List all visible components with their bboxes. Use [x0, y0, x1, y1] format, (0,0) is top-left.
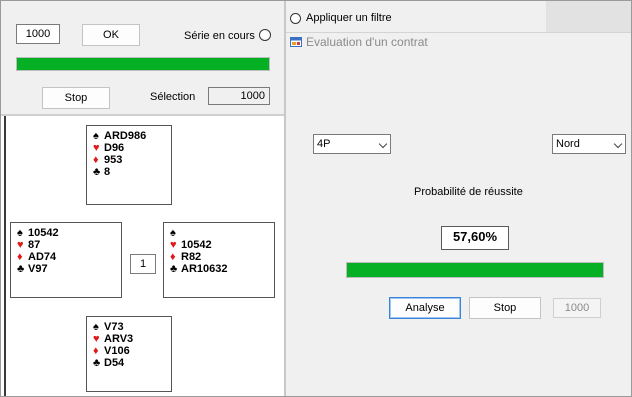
screenshot-frame: [0, 0, 632, 397]
